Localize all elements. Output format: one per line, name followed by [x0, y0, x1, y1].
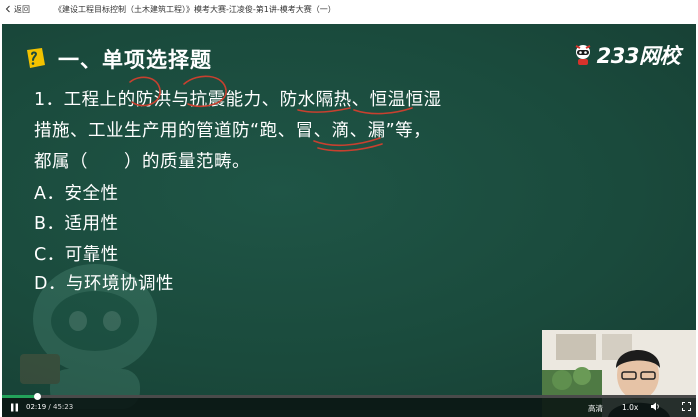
- total-time: 45:23: [53, 403, 74, 411]
- logo-text: 233网校: [596, 44, 681, 68]
- progress-knob[interactable]: [34, 393, 42, 400]
- section-title: 一、单项选择题: [58, 48, 212, 72]
- player-control-bar: 02:19 / 45:23 高清 1.0x: [2, 393, 696, 417]
- volume-icon[interactable]: [650, 402, 660, 411]
- video-player[interactable]: 一、单项选择题 233网校 1．工程上的防洪与抗震能力、防水隔热、恒温恒湿 措施…: [2, 24, 696, 417]
- back-label: 返回: [14, 4, 30, 14]
- flag-icon: [27, 48, 45, 68]
- time-separator: /: [46, 403, 53, 411]
- fullscreen-icon[interactable]: [682, 402, 691, 411]
- option-c: C．可靠性: [34, 245, 119, 265]
- question-line-2: 措施、工业生产用的管道防“跑、冒、滴、漏”等，: [34, 121, 432, 141]
- top-bar: 返回 《建设工程目标控制（土木建筑工程）》模考大赛-江凌俊-第1讲-模考大赛（一…: [0, 0, 698, 18]
- mascot-logo-icon: [575, 45, 591, 65]
- option-d: D．与环境协调性: [34, 274, 174, 294]
- current-time: 02:19: [26, 403, 47, 411]
- progress-bar[interactable]: [2, 393, 696, 400]
- speed-button[interactable]: 1.0x: [622, 403, 638, 412]
- pause-icon[interactable]: [10, 403, 19, 412]
- question-line-3: 都属（ ）的质量范畴。: [34, 152, 250, 172]
- option-a: A．安全性: [34, 184, 119, 204]
- option-b: B．适用性: [34, 214, 119, 234]
- back-button[interactable]: 返回: [0, 4, 38, 15]
- time-display: 02:19 / 45:23: [26, 403, 73, 411]
- progress-fill: [2, 395, 38, 398]
- brand-logo: 233网校: [573, 40, 681, 70]
- breadcrumb: 《建设工程目标控制（土木建筑工程）》模考大赛-江凌俊-第1讲-模考大赛（一）: [54, 4, 336, 14]
- underline-mark-dilou-2: [317, 143, 383, 152]
- section-heading: 一、单项选择题: [24, 44, 212, 74]
- back-arrow-icon: [5, 5, 10, 13]
- question-line-1: 1．工程上的防洪与抗震能力、防水隔热、恒温恒湿: [34, 90, 442, 110]
- quality-button[interactable]: 高清: [588, 403, 603, 414]
